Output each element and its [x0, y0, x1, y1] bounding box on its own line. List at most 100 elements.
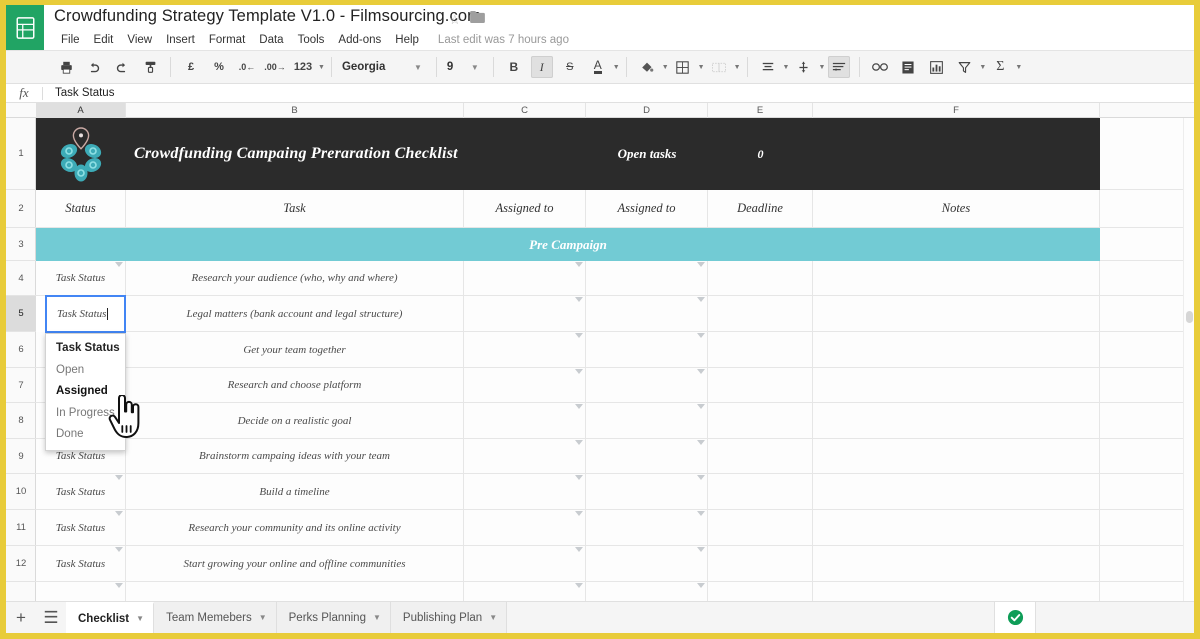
cell-c10[interactable] — [464, 474, 586, 510]
sheet-tab-publishing-plan[interactable]: Publishing Plan ▼ — [390, 601, 508, 633]
cell-g2[interactable] — [1100, 190, 1194, 228]
data-validation-chevron-icon[interactable] — [575, 511, 583, 516]
cell-a11-status[interactable]: Task Status — [36, 510, 126, 546]
data-validation-chevron-icon[interactable] — [697, 404, 705, 409]
decrease-decimal-button[interactable]: .0 ← — [236, 56, 258, 78]
horizontal-align-icon[interactable] — [757, 56, 779, 78]
data-validation-chevron-icon[interactable] — [575, 262, 583, 267]
percent-format-button[interactable]: % — [208, 56, 230, 78]
cell-d13[interactable] — [586, 582, 708, 601]
fill-color-icon[interactable] — [636, 56, 658, 78]
fill-color-chevron-down-icon[interactable]: ▼ — [662, 64, 669, 71]
halign-chevron-down-icon[interactable]: ▼ — [783, 64, 790, 71]
cell-c4[interactable] — [464, 261, 586, 296]
cell-g8[interactable] — [1100, 403, 1194, 439]
print-icon[interactable] — [55, 56, 77, 78]
all-sheets-list-icon[interactable]: ☰ — [36, 602, 66, 634]
cell-c13[interactable] — [464, 582, 586, 601]
cell-e13[interactable] — [708, 582, 813, 601]
cell-b6-task[interactable]: Get your team together — [126, 332, 464, 368]
star-icon[interactable]: ☆ — [449, 12, 461, 28]
cell-c1[interactable] — [464, 118, 586, 190]
cell-f9[interactable] — [813, 439, 1100, 474]
functions-sigma-icon[interactable]: Σ — [989, 56, 1011, 78]
data-validation-chevron-icon[interactable] — [697, 369, 705, 374]
font-size-chevron-down-icon[interactable]: ▼ — [471, 63, 479, 72]
data-validation-chevron-icon[interactable] — [575, 369, 583, 374]
row-header-4[interactable]: 4 — [6, 261, 36, 296]
cell-f1[interactable] — [813, 118, 1100, 190]
data-validation-chevron-icon[interactable] — [115, 262, 123, 267]
cell-c8[interactable] — [464, 403, 586, 439]
column-header-f[interactable]: F — [813, 103, 1100, 118]
formula-input[interactable]: Task Status — [43, 87, 114, 99]
active-cell-editor[interactable]: Task Status — [45, 295, 126, 333]
cell-e10[interactable] — [708, 474, 813, 510]
cell-f5[interactable] — [813, 296, 1100, 332]
data-validation-chevron-icon[interactable] — [575, 297, 583, 302]
insert-comment-icon[interactable] — [897, 56, 919, 78]
sheet-tab-checklist[interactable]: Checklist ▼ — [66, 601, 155, 633]
column-header-c[interactable]: C — [464, 103, 586, 118]
data-validation-chevron-icon[interactable] — [697, 333, 705, 338]
cell-e11[interactable] — [708, 510, 813, 546]
more-formats-button[interactable]: 123 — [292, 56, 314, 78]
cell-e4[interactable] — [708, 261, 813, 296]
cell-a4-status[interactable]: Task Status — [36, 261, 126, 296]
cell-g12[interactable] — [1100, 546, 1194, 582]
data-validation-chevron-icon[interactable] — [575, 583, 583, 588]
cell-g10[interactable] — [1100, 474, 1194, 510]
merge-cells-icon[interactable] — [708, 56, 730, 78]
borders-chevron-down-icon[interactable]: ▼ — [698, 64, 705, 71]
cell-a13-status[interactable] — [36, 582, 126, 601]
cell-b12-task[interactable]: Start growing your online and offline co… — [126, 546, 464, 582]
cell-g13[interactable] — [1100, 582, 1194, 601]
cell-c12[interactable] — [464, 546, 586, 582]
cell-a1-logo[interactable] — [36, 118, 126, 190]
text-color-button[interactable]: A — [587, 56, 609, 78]
cell-d2-assigned-header[interactable]: Assigned to — [586, 190, 708, 228]
cell-g3[interactable] — [1100, 228, 1194, 261]
cell-d1-open-tasks-label[interactable]: Open tasks — [586, 118, 708, 190]
add-sheet-plus-icon[interactable]: + — [6, 602, 36, 634]
cell-c7[interactable] — [464, 368, 586, 403]
row-header-1[interactable]: 1 — [6, 118, 36, 190]
strikethrough-button[interactable]: S — [559, 56, 581, 78]
menu-view[interactable]: View — [120, 32, 159, 48]
menu-file[interactable]: File — [54, 32, 87, 48]
data-validation-chevron-icon[interactable] — [575, 475, 583, 480]
increase-decimal-button[interactable]: .00 → — [264, 56, 286, 78]
paint-format-icon[interactable] — [139, 56, 161, 78]
cell-g9[interactable] — [1100, 439, 1194, 474]
data-validation-chevron-icon[interactable] — [697, 297, 705, 302]
document-title[interactable]: Crowdfunding Strategy Template V1.0 - Fi… — [54, 7, 481, 26]
folder-icon[interactable] — [470, 11, 485, 23]
redo-icon[interactable] — [111, 56, 133, 78]
cell-f13[interactable] — [813, 582, 1100, 601]
dropdown-item-open[interactable]: Open — [46, 360, 125, 382]
row-header-8[interactable]: 8 — [6, 403, 36, 439]
chevron-down-icon[interactable]: ▼ — [489, 613, 497, 622]
cell-f11[interactable] — [813, 510, 1100, 546]
cell-e2-deadline-header[interactable]: Deadline — [708, 190, 813, 228]
cell-c2-assigned-header[interactable]: Assigned to — [464, 190, 586, 228]
bold-button[interactable]: B — [503, 56, 525, 78]
italic-button[interactable]: I — [530, 56, 553, 78]
vertical-scrollbar-thumb[interactable] — [1186, 311, 1193, 323]
cell-b5-task[interactable]: Legal matters (bank account and legal st… — [126, 296, 464, 332]
cell-d8[interactable] — [586, 403, 708, 439]
cell-g4[interactable] — [1100, 261, 1194, 296]
menu-tools[interactable]: Tools — [291, 32, 332, 48]
cell-b8-task[interactable]: Decide on a realistic goal — [126, 403, 464, 439]
row-header-13[interactable] — [6, 582, 36, 601]
data-validation-chevron-icon[interactable] — [575, 547, 583, 552]
cell-g6[interactable] — [1100, 332, 1194, 368]
chevron-down-icon[interactable]: ▼ — [259, 613, 267, 622]
text-color-chevron-down-icon[interactable]: ▼ — [613, 64, 620, 71]
sheets-logo-icon[interactable] — [6, 5, 44, 50]
cell-e1-open-tasks-count[interactable]: 0 — [708, 118, 813, 190]
data-validation-chevron-icon[interactable] — [115, 583, 123, 588]
chevron-down-icon[interactable]: ▼ — [318, 64, 325, 71]
cell-f12[interactable] — [813, 546, 1100, 582]
cell-b7-task[interactable]: Research and choose platform — [126, 368, 464, 403]
